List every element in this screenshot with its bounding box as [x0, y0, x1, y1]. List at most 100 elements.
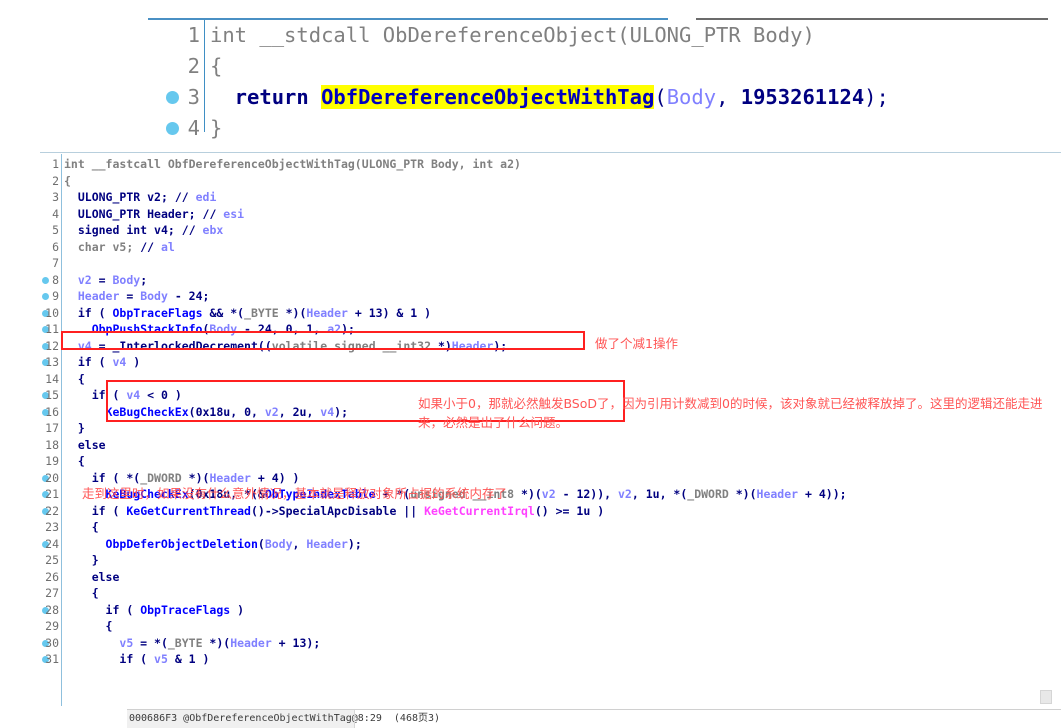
code-token: =	[119, 289, 141, 303]
line-number: 31	[45, 652, 59, 666]
code-token: ( *(	[105, 470, 141, 485]
code-token: _BYTE	[167, 635, 203, 650]
code-token: {	[64, 586, 99, 600]
code-token: v4	[112, 355, 127, 369]
code-token: ObpPushStackInfo	[91, 322, 203, 336]
code-token: {	[64, 619, 113, 633]
annotation-free-memory-note: 走到这里时，如果没有什么意外情况，基本就是释放对象所占据的系统内存了	[82, 486, 508, 501]
code-line[interactable]: v5 = *(_BYTE *)(Header + 13);	[64, 635, 320, 652]
line-number: 21	[45, 487, 59, 501]
code-line[interactable]: if ( ObpTraceFlags && *(_BYTE *)(Header …	[64, 305, 431, 322]
code-token: )	[230, 602, 245, 617]
code-token: Body	[666, 85, 717, 109]
annotation-bsod-note: 如果小于0，那就必然触发BSoD了，因为引用计数减到0的时候，该对象就已经被释放…	[418, 396, 1043, 430]
code-token: && *(	[202, 305, 245, 320]
main-panel-top-border	[40, 152, 1061, 153]
line-number: 30	[45, 635, 59, 650]
code-line[interactable]: int __fastcall ObfDereferenceObjectWithT…	[64, 156, 521, 173]
code-token: (	[119, 602, 141, 617]
code-token: Header	[147, 206, 189, 221]
code-line[interactable]: char v5; // al	[64, 239, 175, 256]
code-line[interactable]: signed int v4; // ebx	[64, 222, 223, 239]
code-line[interactable]: int __stdcall ObDereferenceObject(ULONG_…	[210, 20, 815, 51]
main-pseudocode-panel[interactable]: 1 int __fastcall ObfDereferenceObjectWith…	[40, 152, 1061, 709]
code-token: Body	[264, 536, 293, 551]
line-number: 25	[45, 553, 59, 567]
code-line[interactable]: {	[64, 585, 99, 602]
code-line[interactable]: if ( KeGetCurrentThread()->SpecialApcDis…	[64, 503, 604, 520]
code-token: v2	[147, 190, 161, 204]
code-token: (	[105, 503, 127, 518]
code-token: }	[210, 116, 223, 140]
code-line[interactable]: KeBugCheckEx(0x18u, 0, v2, 2u, v4);	[64, 404, 348, 421]
code-line[interactable]: else	[64, 437, 106, 454]
code-line[interactable]: }	[210, 113, 222, 144]
code-line[interactable]: {	[64, 173, 71, 190]
code-token: +	[798, 487, 819, 501]
code-line[interactable]: {	[64, 453, 85, 470]
code-token: 1	[188, 652, 196, 666]
code-token: )	[195, 652, 210, 666]
code-token: ) &	[382, 305, 411, 320]
code-token: }	[64, 553, 99, 567]
line-number: 9	[52, 289, 59, 303]
code-token: esi	[223, 206, 245, 221]
code-token: (	[91, 355, 113, 369]
code-token: volatile signed __int32	[271, 338, 432, 353]
code-token: ULONG_PTR Body	[629, 23, 803, 47]
code-line[interactable]: if ( v4 < 0 )	[64, 387, 182, 404]
line-number: 2	[187, 54, 200, 78]
code-line[interactable]: v4 = _InterlockedDecrement((volatile sig…	[64, 338, 507, 355]
code-line[interactable]: ObpDeferObjectDeletion(Body, Header);	[64, 536, 362, 553]
code-token: return	[210, 85, 322, 109]
code-line[interactable]: ULONG_PTR Header; // esi	[64, 206, 244, 223]
scroll-thumb[interactable]	[1040, 690, 1052, 704]
code-line[interactable]: {	[64, 371, 85, 388]
code-line[interactable]: ULONG_PTR v2; // edi	[64, 189, 217, 206]
code-line[interactable]: }	[64, 420, 85, 437]
code-line[interactable]: ObpPushStackInfo(Body - 24, 0, 1, a2);	[64, 321, 355, 338]
code-line[interactable]: }	[64, 552, 99, 569]
line-number: 15	[45, 388, 59, 402]
code-token: )	[417, 305, 432, 320]
code-token: (	[654, 85, 667, 109]
code-token: )	[802, 23, 815, 47]
code-token: v4	[320, 404, 335, 419]
code-line[interactable]: if ( v5 & 1 )	[64, 651, 209, 668]
code-line[interactable]: return ObfDereferenceObjectWithTag(Body,…	[210, 82, 889, 113]
code-line[interactable]: if ( ObpTraceFlags )	[64, 602, 245, 619]
code-line[interactable]: {	[64, 618, 113, 635]
code-line[interactable]: {	[210, 51, 222, 82]
annotation-decrement-note: 做了个减1操作	[595, 336, 678, 351]
code-line[interactable]: if ( v4 )	[64, 354, 140, 371]
status-bar-empty-region	[355, 710, 1061, 728]
code-token: //	[181, 223, 203, 237]
code-line[interactable]: else	[64, 569, 120, 586]
code-token: _BYTE	[244, 305, 279, 320]
line-number: 27	[45, 586, 59, 600]
code-token: ULONG_PTR	[77, 190, 141, 204]
code-token: ULONG_PTR	[77, 206, 141, 221]
code-token: );	[334, 404, 349, 419]
code-token: v2	[77, 272, 92, 287]
code-token: Header	[756, 487, 799, 501]
code-line[interactable]: {	[64, 519, 99, 536]
code-token: )	[126, 355, 141, 369]
code-token: if	[105, 602, 120, 617]
top-pseudocode-panel[interactable]: 1 int __stdcall ObDereferenceObject(ULONG…	[148, 8, 1048, 140]
code-token: (	[257, 536, 265, 551]
code-line[interactable]: v2 = Body;	[64, 272, 147, 289]
code-token: ,	[278, 404, 293, 419]
code-token: =	[91, 338, 113, 353]
code-line[interactable]: Header = Body - 24;	[64, 288, 210, 305]
line-number: 6	[52, 239, 59, 254]
